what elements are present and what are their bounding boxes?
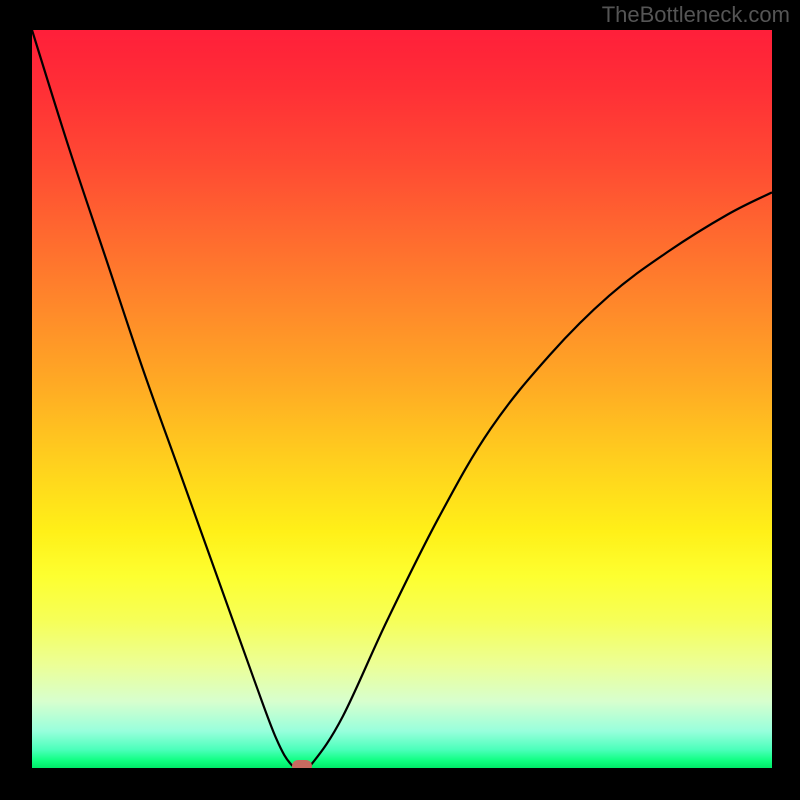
chart-curve-svg	[32, 30, 772, 768]
bottleneck-curve-path	[32, 30, 772, 768]
chart-area	[32, 30, 772, 768]
optimal-marker	[292, 760, 312, 768]
watermark-text: TheBottleneck.com	[602, 2, 790, 28]
